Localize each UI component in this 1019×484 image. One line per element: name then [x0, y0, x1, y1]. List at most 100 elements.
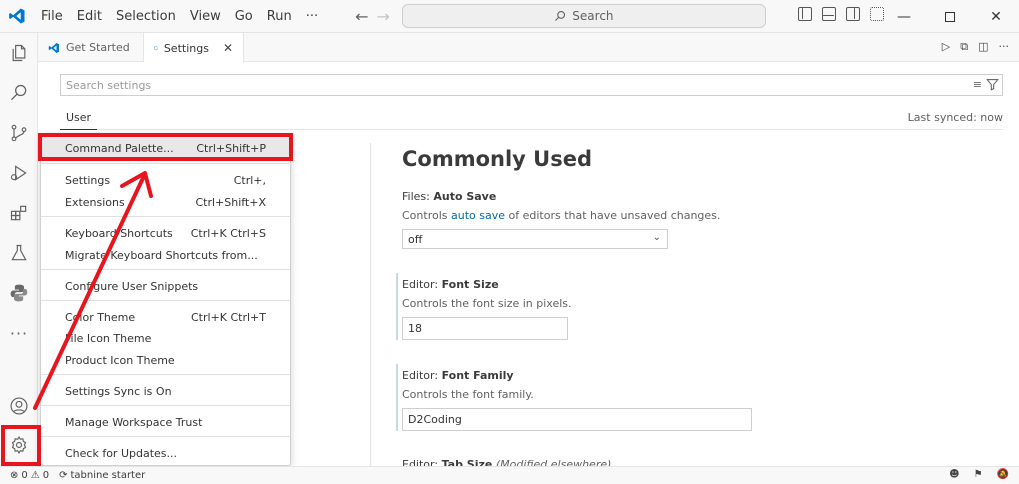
explorer-icon[interactable] [0, 34, 38, 72]
settings-search-input[interactable] [66, 78, 946, 92]
problems-indicator[interactable]: ⊗ 0 ⚠ 0 [10, 470, 49, 481]
tab-user[interactable]: User [60, 108, 98, 130]
error-icon: ⊗ [10, 470, 19, 481]
tab-settings[interactable]: Settings ✕ [144, 33, 244, 63]
status-right: ☻ ⚑ 🔕 [949, 469, 1009, 480]
command-center-search[interactable]: Search [401, 4, 766, 28]
forward-arrow-icon[interactable]: → [377, 7, 390, 26]
menu-item-settings-sync[interactable]: Settings Sync is On [41, 380, 290, 402]
minimize-icon[interactable]: — [881, 0, 927, 33]
settings-search-box: ≡ [60, 74, 1003, 96]
toggle-secondary-sidebar-icon[interactable] [846, 7, 860, 21]
run-icon[interactable]: ▷ [942, 40, 950, 54]
python-icon[interactable] [0, 274, 38, 312]
open-settings-json-icon[interactable]: ⧉ [960, 40, 968, 54]
setting-editor-font-family: Editor: Font Family Controls the font fa… [396, 364, 992, 431]
search-actions: ≡ [973, 78, 999, 91]
menu-file[interactable]: File [34, 9, 70, 24]
filter-icon[interactable] [986, 78, 999, 91]
tab-get-started[interactable]: Get Started [38, 33, 144, 62]
run-debug-icon[interactable] [0, 154, 38, 192]
menu-item-check-updates[interactable]: Check for Updates... [41, 442, 290, 464]
setting-description: Controls the font family. [402, 388, 534, 401]
search-icon[interactable] [0, 74, 38, 112]
status-bar: ⊗ 0 ⚠ 0 ⟳ tabnine starter ☻ ⚑ 🔕 [0, 466, 1019, 484]
section-heading: Commonly Used [402, 147, 593, 171]
menu-item-migrate-shortcuts[interactable]: Migrate Keyboard Shortcuts from... [41, 244, 290, 266]
setting-title: Editor: Font Family [402, 369, 514, 382]
feedback-icon[interactable]: ⚑ [974, 469, 983, 480]
clear-filter-icon[interactable]: ≡ [973, 78, 982, 91]
search-icon [555, 10, 566, 21]
menu-item-product-icon-theme[interactable]: Product Icon Theme [41, 349, 290, 371]
copilot-icon[interactable]: ☻ [949, 469, 959, 480]
close-window-icon[interactable]: ✕ [973, 0, 1019, 33]
dropdown-value: off [408, 232, 423, 246]
editor-tab-strip: Get Started Settings ✕ ▷ ⧉ ◫ ··· [38, 33, 1019, 63]
menu-bar: File Edit Selection View Go Run ··· [34, 0, 325, 33]
source-control-icon[interactable] [0, 114, 38, 152]
toggle-panel-icon[interactable] [822, 7, 836, 21]
vscode-tab-icon [48, 42, 59, 53]
setting-focus-marker [396, 273, 398, 340]
menu-edit[interactable]: Edit [70, 9, 109, 24]
menu-item-workspace-trust[interactable]: Manage Workspace Trust [41, 411, 290, 433]
split-editor-icon[interactable]: ◫ [978, 40, 988, 54]
window-controls: — ✕ [881, 0, 1019, 33]
back-arrow-icon[interactable]: ← [355, 7, 368, 26]
last-synced-label: Last synced: now [907, 111, 1003, 124]
menu-item-user-snippets[interactable]: Configure User Snippets [41, 275, 290, 297]
error-count: 0 [21, 470, 28, 481]
manage-context-menu: Command Palette... Ctrl+Shift+P Settings C… [40, 133, 291, 466]
setting-title: Files: Auto Save [402, 190, 497, 203]
activity-bar: ··· [0, 33, 38, 466]
more-icon[interactable]: ··· [0, 314, 38, 352]
nav-arrows: ← → [355, 7, 390, 26]
highlight-box-command-palette [38, 133, 293, 161]
tab-label: Get Started [66, 41, 130, 54]
auto-save-dropdown[interactable]: off ⌄ [402, 229, 668, 249]
setting-files-auto-save: Files: Auto Save Controls auto save of e… [402, 190, 992, 249]
search-label: Search [572, 9, 614, 23]
accounts-icon[interactable] [0, 387, 38, 425]
more-actions-icon[interactable]: ··· [999, 40, 1010, 54]
layout-controls [798, 7, 884, 21]
extensions-icon[interactable] [0, 194, 38, 232]
tabnine-status[interactable]: ⟳ tabnine starter [59, 470, 145, 481]
menu-separator [41, 300, 290, 301]
maximize-icon[interactable] [927, 0, 973, 33]
menu-more[interactable]: ··· [299, 9, 325, 24]
tabnine-icon: ⟳ [59, 470, 68, 481]
chevron-down-icon: ⌄ [652, 232, 661, 243]
menu-separator [41, 405, 290, 406]
menu-item-keyboard-shortcuts[interactable]: Keyboard Shortcuts Ctrl+K Ctrl+S [41, 222, 290, 244]
toggle-primary-sidebar-icon[interactable] [798, 7, 812, 21]
menu-separator [41, 436, 290, 437]
menu-run[interactable]: Run [260, 9, 299, 24]
auto-save-link[interactable]: auto save [451, 209, 505, 222]
setting-description: Controls auto save of editors that have … [402, 209, 721, 222]
menu-item-extensions[interactable]: Extensions Ctrl+Shift+X [41, 191, 290, 213]
settings-scope-tabs: User Last synced: now [60, 108, 1003, 130]
testing-icon[interactable] [0, 234, 38, 272]
menu-item-settings[interactable]: Settings Ctrl+, [41, 169, 290, 191]
font-family-input[interactable]: D2Coding [402, 408, 752, 431]
notifications-icon[interactable]: 🔕 [997, 469, 1009, 480]
close-tab-icon[interactable]: ✕ [223, 41, 233, 55]
menu-separator [41, 216, 290, 217]
tabnine-label: tabnine starter [70, 470, 146, 481]
menu-separator [41, 163, 290, 164]
menu-separator [41, 374, 290, 375]
menu-item-color-theme[interactable]: Color Theme Ctrl+K Ctrl+T [41, 306, 290, 328]
vscode-logo-icon [0, 0, 34, 33]
menu-item-file-icon-theme[interactable]: File Icon Theme [41, 327, 290, 349]
title-bar: File Edit Selection View Go Run ··· ← → … [0, 0, 1019, 33]
setting-description: Controls the font size in pixels. [402, 297, 572, 310]
font-size-input[interactable]: 18 [402, 317, 568, 340]
menu-go[interactable]: Go [228, 9, 260, 24]
menu-selection[interactable]: Selection [109, 9, 183, 24]
menu-view[interactable]: View [183, 9, 228, 24]
toc-divider [370, 143, 371, 466]
editor-actions: ▷ ⧉ ◫ ··· [942, 40, 1009, 54]
setting-title: Editor: Font Size [402, 278, 499, 291]
